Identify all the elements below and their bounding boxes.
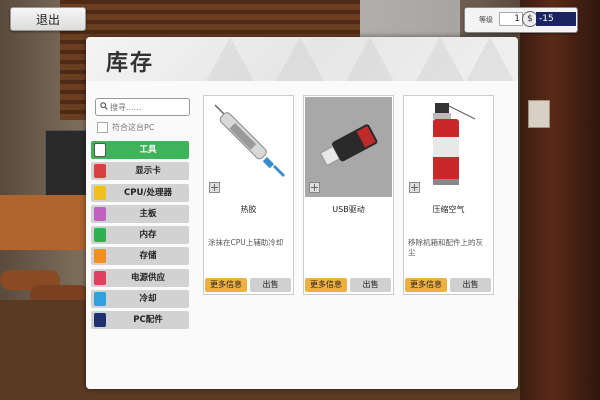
category-label: 显示卡 [135,166,161,177]
exit-button[interactable]: 退出 [10,7,86,31]
window-body: 符合这台PC 工具 显示卡 CPU/处理器 主板 内存 [86,81,518,389]
compatible-label: 符合这台PC [112,123,155,132]
category-storage[interactable]: 存储 [91,247,189,266]
search-box[interactable] [95,98,190,116]
ram-icon [94,228,106,243]
desk-prop [0,195,90,250]
level-value: 1 [499,12,523,26]
cooling-icon [94,292,106,307]
category-psu[interactable]: 电源供应 [91,268,189,287]
item-card-compressed-air: 压缩空气 移除机箱和配件上的灰尘 更多信息 出售 [403,95,494,295]
window-title: 库存 [106,51,155,76]
level-label: 等级 [479,16,493,24]
category-cooling[interactable]: 冷却 [91,290,189,309]
sell-button[interactable]: 出售 [450,278,491,292]
item-description: 移除机箱和配件上的灰尘 [408,238,483,257]
category-label: PC配件 [133,315,163,326]
category-ram[interactable]: 内存 [91,226,189,245]
inventory-window: 库存 符合这台PC 工具 显示卡 CPU/处理器 [86,37,518,389]
search-icon [100,102,108,110]
category-gpu[interactable]: 显示卡 [91,162,189,181]
category-cpu[interactable]: CPU/处理器 [91,183,189,202]
category-label: 主板 [139,208,157,219]
compatible-filter[interactable]: 符合这台PC [97,122,154,133]
status-hud: 等级 1 $ -15 [464,7,578,33]
thumbnail-icon [309,182,320,193]
item-description: 涂抹在CPU上辅助冷却 [208,238,284,247]
category-label: 冷却 [139,294,157,305]
tools-icon [94,143,106,157]
category-motherboard[interactable]: 主板 [91,204,189,223]
category-label: 内存 [139,230,157,241]
item-image [205,97,292,197]
item-name: 热胶 [240,205,257,214]
category-tools[interactable]: 工具 [91,141,189,159]
thumbnail-icon [209,182,220,193]
thumbnail-icon [409,182,420,193]
item-image [405,97,492,197]
more-info-button[interactable]: 更多信息 [205,278,247,292]
item-name: USB驱动 [332,205,365,214]
category-label: 存储 [139,251,157,262]
money-value: -15 [536,12,576,26]
item-name: 压缩空气 [432,205,465,214]
item-card-thermal-paste: 热胶 涂抹在CPU上辅助冷却 更多信息 出售 [203,95,294,295]
wall-socket [528,100,550,128]
window-header: 库存 [86,37,518,81]
category-label: CPU/处理器 [124,187,172,198]
category-label: 电源供应 [130,272,165,283]
pc-parts-icon [94,313,106,328]
sell-button[interactable]: 出售 [350,278,391,292]
category-label: 工具 [139,145,157,155]
more-info-button[interactable]: 更多信息 [305,278,347,292]
sell-button[interactable]: 出售 [250,278,291,292]
storage-icon [94,249,106,264]
category-pc-parts[interactable]: PC配件 [91,311,189,330]
search-input[interactable] [110,99,186,115]
cpu-icon [94,185,106,200]
compatible-checkbox[interactable] [97,122,108,133]
item-card-usb-drive: USB驱动 更多信息 出售 [303,95,394,295]
more-info-button[interactable]: 更多信息 [405,278,447,292]
item-image [305,97,392,197]
motherboard-icon [94,206,106,221]
door-frame [520,0,600,400]
category-list: 工具 显示卡 CPU/处理器 主板 内存 存储 电源供应 冷却 PC配件 [91,141,191,333]
psu-icon [94,270,106,285]
gpu-icon [94,164,106,179]
